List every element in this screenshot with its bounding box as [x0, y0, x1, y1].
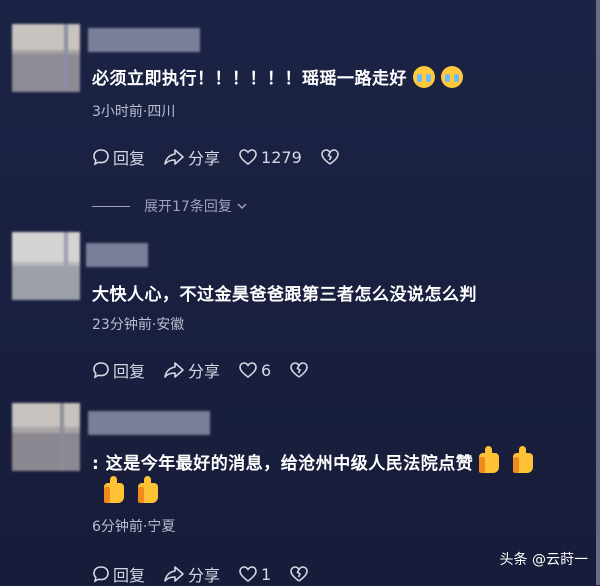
comment-text-content: : 这是今年最好的消息，给沧州中级人民法院点赞 [92, 454, 474, 474]
broken-heart-icon [320, 149, 339, 165]
like-count: 1279 [261, 147, 302, 167]
thumbs-up-icon [138, 476, 158, 503]
comment-text-content: 必须立即执行！！！！！！瑶瑶一路走好 [92, 69, 407, 89]
share-button[interactable]: 分享 [163, 562, 220, 586]
comment-meta: 23分钟前·安徽 [92, 317, 185, 333]
share-label: 分享 [188, 362, 221, 381]
share-button[interactable]: 分享 [163, 145, 220, 169]
watermark: 头条 @云莳一 [499, 552, 588, 568]
crying-face-icon [441, 66, 463, 88]
like-count: 6 [261, 360, 272, 380]
comment-text: : 这是今年最好的消息，给沧州中级人民法院点赞 [92, 446, 534, 509]
share-icon [164, 149, 184, 165]
like-button[interactable]: 1279 [238, 148, 302, 167]
avatar[interactable] [12, 232, 80, 300]
reply-button[interactable]: 回复 [92, 358, 145, 382]
dislike-button[interactable] [289, 565, 312, 583]
reply-label: 回复 [113, 149, 146, 168]
expand-replies[interactable]: 展开17条回复 [92, 196, 249, 216]
thumbs-up-icon [513, 446, 534, 473]
dislike-button[interactable] [289, 361, 312, 379]
broken-heart-icon [290, 566, 309, 582]
comment-text-content: 大快人心，不过金昊爸爸跟第三者怎么没说怎么判 [92, 285, 477, 305]
username-blurred[interactable] [88, 411, 210, 435]
comment-actions: 回复 分享 6 [92, 358, 330, 382]
share-button[interactable]: 分享 [163, 358, 220, 382]
like-button[interactable]: 1 [238, 565, 271, 584]
comment-meta: 6分钟前·宁夏 [92, 519, 176, 535]
share-icon [164, 362, 184, 378]
share-label: 分享 [188, 149, 221, 168]
share-label: 分享 [188, 566, 221, 585]
username-blurred[interactable] [86, 243, 148, 267]
reply-icon [93, 149, 109, 166]
reply-icon [93, 362, 109, 379]
reply-button[interactable]: 回复 [92, 145, 145, 169]
comment-text: 大快人心，不过金昊爸爸跟第三者怎么没说怎么判 [92, 280, 477, 305]
thumbs-up-icon [104, 476, 124, 503]
like-button[interactable]: 6 [238, 361, 271, 380]
scrollbar-edge [596, 0, 600, 585]
divider [92, 205, 130, 207]
comment-actions: 回复 分享 1279 [92, 145, 361, 169]
heart-icon [239, 362, 257, 379]
broken-heart-icon [290, 362, 309, 378]
thumbs-up-icon [479, 446, 500, 473]
heart-icon [239, 149, 257, 166]
username-blurred[interactable] [88, 28, 200, 52]
comment-text: 必须立即执行！！！！！！瑶瑶一路走好 [92, 64, 463, 89]
reply-icon [93, 566, 109, 583]
heart-icon [239, 566, 257, 583]
comment-actions: 回复 分享 1 [92, 562, 330, 586]
reply-label: 回复 [113, 566, 146, 585]
share-icon [164, 566, 184, 582]
like-count: 1 [261, 564, 272, 584]
avatar[interactable] [12, 24, 80, 92]
reply-button[interactable]: 回复 [92, 562, 145, 586]
avatar[interactable] [12, 403, 80, 471]
crying-face-icon [413, 66, 435, 88]
reply-label: 回复 [113, 362, 146, 381]
expand-replies-label: 展开17条回复 [144, 199, 232, 215]
chevron-down-icon [237, 203, 247, 210]
dislike-button[interactable] [320, 148, 343, 166]
comment-meta: 3小时前·四川 [92, 104, 176, 120]
